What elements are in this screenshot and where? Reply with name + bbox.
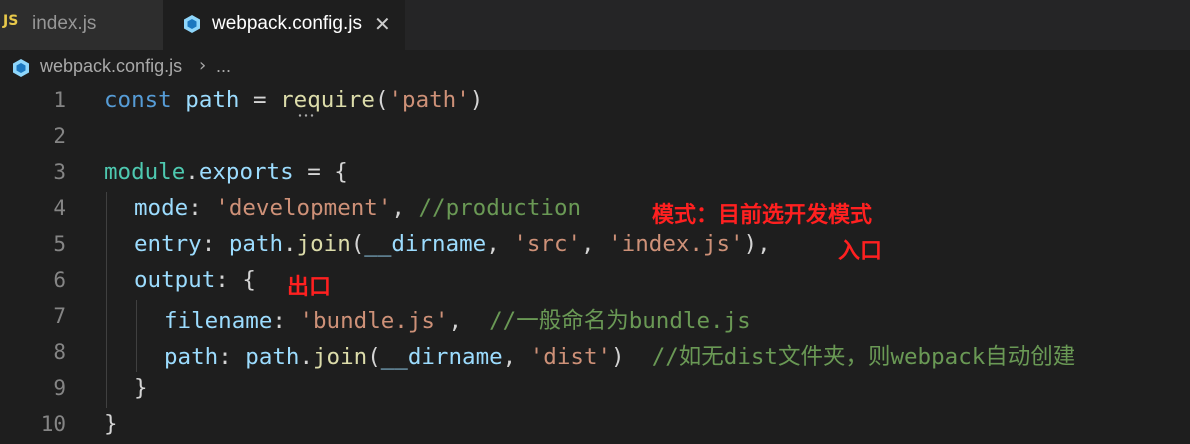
breadcrumb: webpack.config.js › ...	[0, 50, 1190, 86]
line-number: 9	[53, 376, 66, 400]
code-line: 3 module.exports = {	[0, 156, 1190, 192]
code-text: entry: path.join(__dirname, 'src', 'inde…	[134, 231, 771, 257]
code-line: 2	[0, 120, 1190, 156]
tab-label: index.js	[32, 13, 97, 34]
code-text: }	[134, 375, 148, 401]
line-number: 4	[53, 196, 66, 220]
line-number: 5	[53, 232, 66, 256]
code-line: 7 filename: 'bundle.js', //一般命名为bundle.j…	[0, 300, 1190, 336]
line-number: 2	[53, 124, 66, 148]
chevron-right-icon: ›	[199, 55, 207, 76]
code-line: 4 mode: 'development', //production 模式：目…	[0, 192, 1190, 228]
code-line: 9 }	[0, 372, 1190, 408]
code-line: 5 entry: path.join(__dirname, 'src', 'in…	[0, 228, 1190, 264]
code-text: filename: 'bundle.js', //一般命名为bundle.js	[164, 308, 751, 334]
tab-webpack-config[interactable]: webpack.config.js ✕	[163, 0, 405, 50]
code-text: mode: 'development', //production	[134, 195, 582, 221]
webpack-file-icon	[13, 59, 29, 77]
code-text: output: {	[134, 267, 256, 293]
line-number: 10	[40, 412, 66, 436]
code-text: module.exports = {	[104, 159, 348, 185]
webpack-file-icon	[184, 15, 200, 33]
line-number: 3	[53, 160, 66, 184]
line-number: 7	[53, 304, 66, 328]
breadcrumb-more[interactable]: ...	[216, 56, 231, 77]
code-line: 6 output: { 出口	[0, 264, 1190, 300]
annotation-entry: 入口	[838, 239, 883, 264]
js-file-icon: JS	[3, 13, 19, 29]
tab-index-js[interactable]: JS index.js	[0, 0, 163, 50]
line-number: 6	[53, 268, 66, 292]
line-number: 8	[53, 340, 66, 364]
annotation-output: 出口	[287, 275, 332, 300]
code-text: const path = require('path')	[104, 87, 484, 113]
code-line: 1 const path = require('path')	[0, 84, 1190, 120]
editor-tab-bar: JS index.js webpack.config.js ✕	[0, 0, 1190, 50]
code-text: }	[104, 411, 118, 437]
code-editor[interactable]: 1 const path = require('path') 2 3 modul…	[0, 84, 1190, 439]
code-line: 8 path: path.join(__dirname, 'dist') //如…	[0, 336, 1190, 372]
line-number: 1	[53, 88, 66, 112]
annotation-mode: 模式：目前选开发模式	[652, 203, 873, 228]
tab-label: webpack.config.js	[212, 13, 362, 34]
close-tab-icon[interactable]: ✕	[374, 12, 391, 36]
code-text: path: path.join(__dirname, 'dist') //如无d…	[164, 344, 1076, 370]
hint-dots	[298, 114, 314, 117]
breadcrumb-file[interactable]: webpack.config.js	[40, 56, 182, 77]
